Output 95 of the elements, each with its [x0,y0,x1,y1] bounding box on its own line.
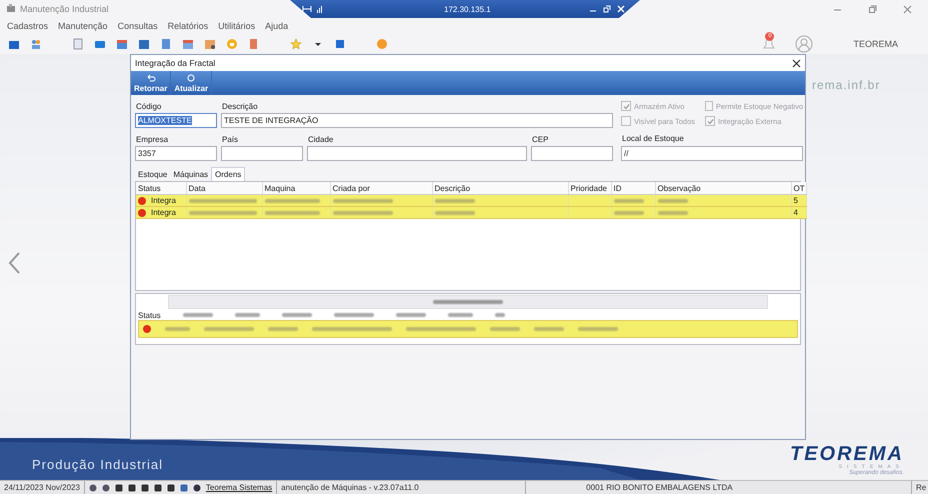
dialog-title: Integração da Fractal [135,58,216,68]
input-field[interactable]: 3357 [135,146,217,161]
blurred-text [332,198,392,203]
input-field[interactable] [531,146,613,161]
status-dot-icon [143,325,151,333]
column-header[interactable]: Maquina [262,182,330,194]
field-label: Local de Estoque [621,133,685,146]
website-link[interactable]: Teorema Sistemas [206,483,272,492]
restore-icon[interactable] [602,5,611,13]
input-field[interactable]: // [621,146,803,161]
menu-item[interactable]: Relatórios [168,21,208,31]
blurred-text [264,210,320,215]
pin-icon[interactable] [302,5,312,13]
background-text: rema.inf.br [812,78,880,92]
column-header[interactable]: ID [611,182,655,194]
field-label: Empresa [135,134,170,146]
card-icon[interactable] [94,38,106,50]
blurred-text [234,313,260,317]
tab[interactable]: Estoque [135,168,170,181]
signal-icon [316,5,324,13]
table-cell: Integra [151,208,176,217]
table-cell: 4 [794,208,798,217]
column-header[interactable]: Descrição [432,182,568,194]
blurred-text [188,198,256,203]
app-icon [6,4,16,14]
blurred-text [204,327,254,331]
undo-icon [146,73,156,83]
blurred-text [182,313,213,317]
blurred-text [268,327,298,331]
input-field[interactable] [307,146,527,161]
blurred-text [490,327,520,331]
column-header[interactable]: OT [791,182,806,194]
blurred-text [658,210,688,215]
input-field[interactable]: ALMOXTESTE [135,113,217,128]
star-icon[interactable] [290,38,302,50]
field-label: Descrição [221,100,259,113]
input-field[interactable]: TESTE DE INTEGRAÇÃO [221,113,613,128]
field-label: Cidade [307,134,334,146]
menu-item[interactable]: Utilitários [218,21,256,31]
input-field[interactable] [221,146,303,161]
blurred-text [334,313,374,317]
blurred-text [494,313,505,317]
status-dot-icon [138,208,146,217]
blurred-text [264,198,320,203]
column-header[interactable]: Prioridade [568,182,611,194]
company-name: 0001 RIO BONITO EMBALAGENS LTDA [586,483,733,492]
blurred-text [434,210,474,215]
restore-icon[interactable] [868,4,877,14]
blurred-text [578,327,618,331]
product-name: Produção Industrial [32,457,164,472]
table-cell: 5 [794,196,798,205]
check-icon [622,102,630,110]
blurred-text [434,198,474,203]
tab[interactable]: Máquinas [170,168,212,181]
user-name: TEOREMA [853,39,898,49]
blurred-text [614,210,644,215]
status-date: 24/11/2023 Nov/2023 [4,483,80,492]
blurred-text [282,313,312,317]
toolbar-button[interactable]: Retornar [131,71,172,95]
people-icon[interactable] [30,38,42,50]
column-header[interactable]: Status [138,310,161,320]
menu-item[interactable]: Cadastros [7,21,48,31]
app-title: Manutenção Industrial [20,4,109,14]
table-cell: Integra [151,196,176,205]
module-version: anutenção de Máquinas - v.23.07a11.0 [281,483,419,492]
status-text: Re [916,483,926,492]
brand-logo: TEOREMA [790,444,904,464]
column-header[interactable]: Observação [655,182,791,194]
field-label: CEP [531,134,550,146]
blurred-text [165,327,190,331]
menu-item[interactable]: Consultas [118,21,158,31]
field-label: Código [135,100,162,113]
column-header[interactable]: Data [186,182,262,194]
blurred-text [406,327,476,331]
blurred-text [396,313,426,317]
blurred-text [448,313,473,317]
close-icon[interactable] [792,58,801,68]
field-label: País [221,134,240,146]
check-icon [706,118,714,125]
user-icon[interactable] [795,35,814,53]
tab[interactable]: Ordens [211,167,246,181]
column-header[interactable]: Criada por [330,182,432,194]
blurred-text [433,300,503,304]
blurred-text [332,210,392,215]
remote-address: 172.30.135.1 [444,4,491,14]
column-header[interactable]: Status [136,182,186,194]
document-icon[interactable] [72,38,84,50]
blurred-text [658,198,688,203]
toolbar-button[interactable]: Atualizar [171,71,212,95]
blurred-text [614,198,644,203]
blurred-text [534,327,564,331]
blurred-text [188,210,256,215]
menu-item[interactable]: Ajuda [265,21,288,31]
status-dot-icon [138,196,146,205]
menu-item[interactable]: Manutenção [58,21,108,31]
